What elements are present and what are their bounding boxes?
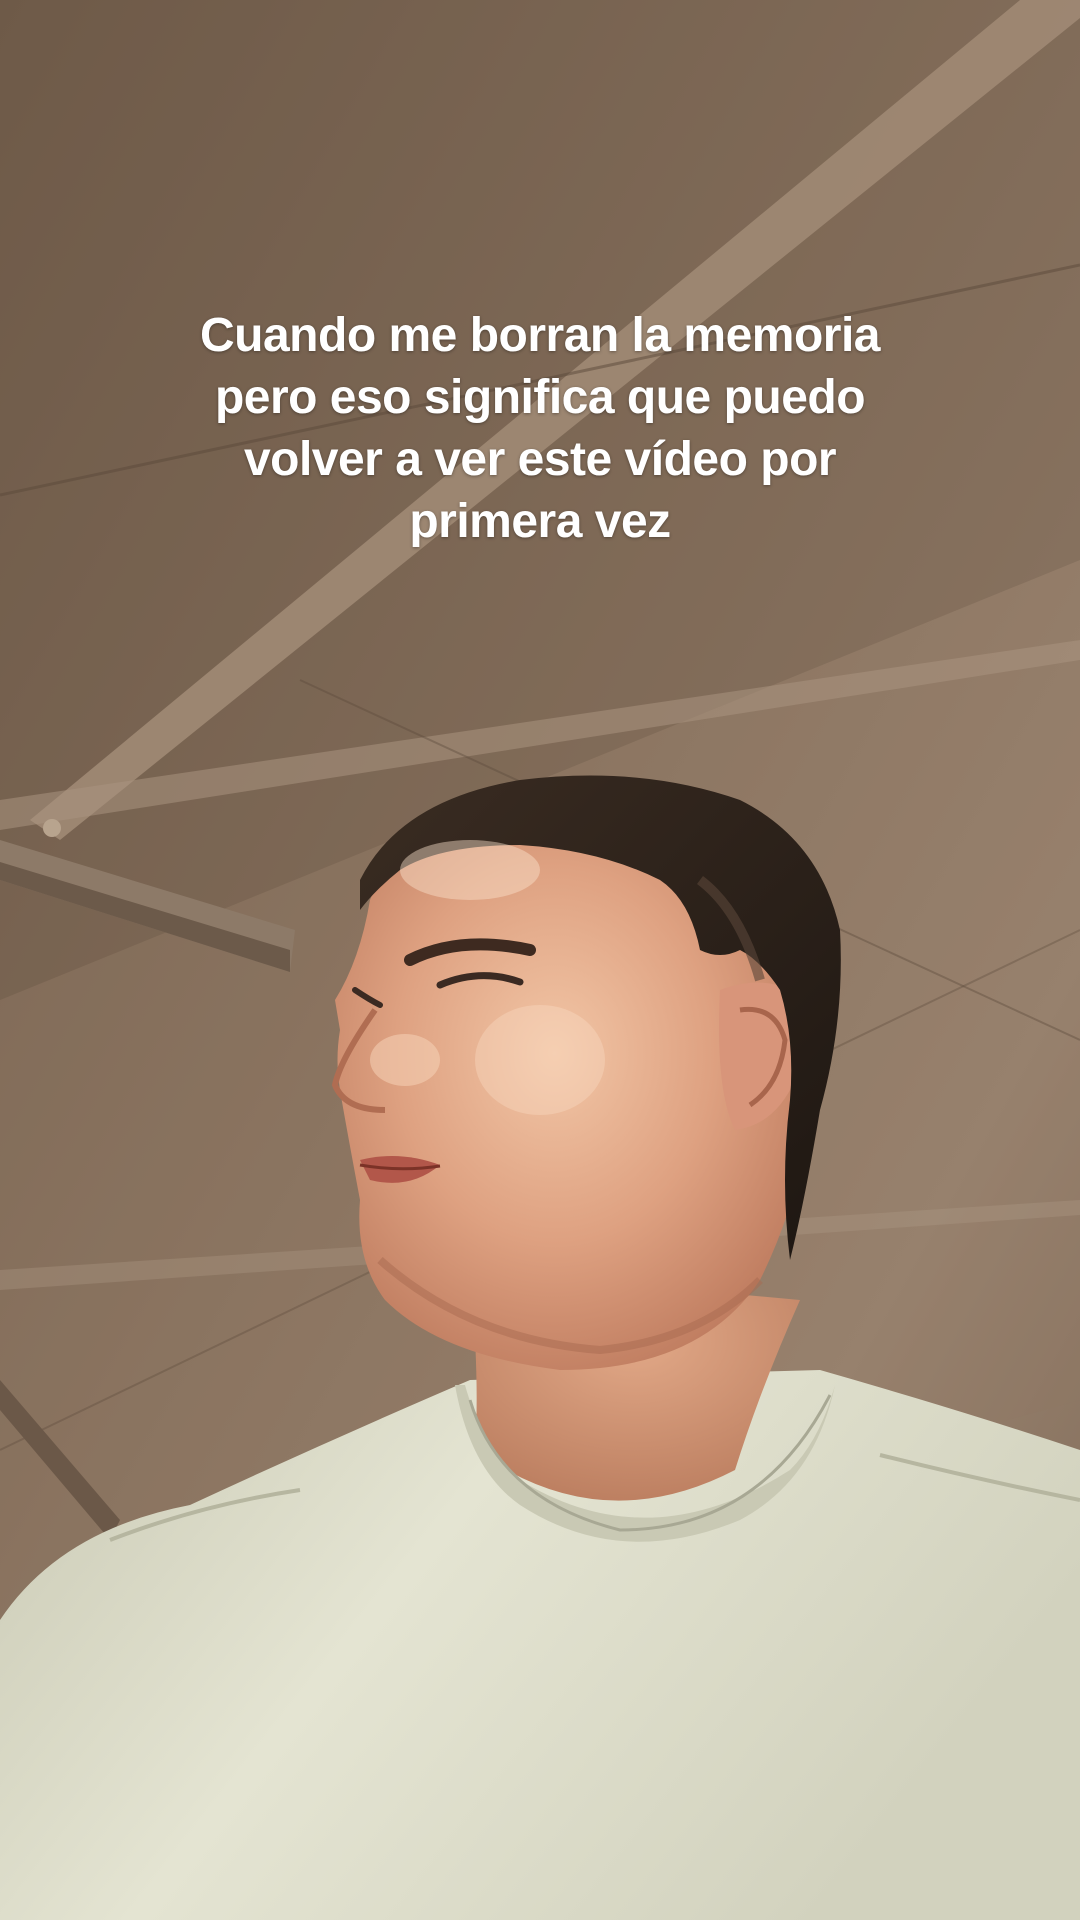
caption-line: Cuando me borran la memoria [200, 309, 881, 362]
background-photo [0, 0, 1080, 1920]
video-caption: Cuando me borran la memoria pero eso sig… [140, 305, 940, 553]
video-frame: Cuando me borran la memoria pero eso sig… [0, 0, 1080, 1920]
caption-line: primera vez [409, 495, 671, 548]
caption-line: pero eso significa que puedo [214, 371, 866, 424]
caption-line: volver a ver este vídeo por [243, 433, 837, 486]
